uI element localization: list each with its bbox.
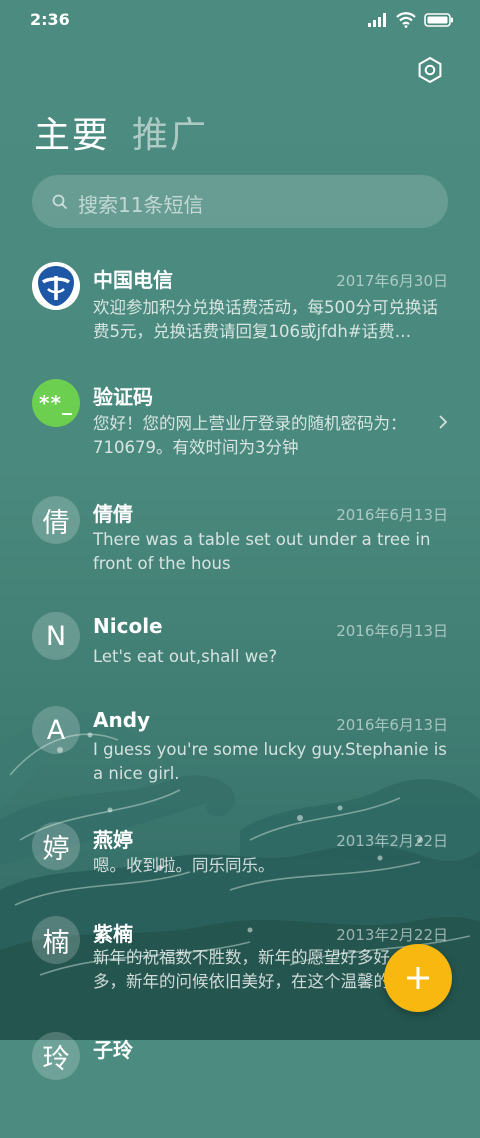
message-date: 2013年2月22日 xyxy=(336,926,448,944)
message-preview: Let's eat out,shall we? xyxy=(93,647,278,666)
list-item[interactable]: A Andy 2016年6月13日 I guess you're some lu… xyxy=(0,702,480,812)
new-message-button[interactable] xyxy=(384,944,452,1012)
search-icon xyxy=(52,194,68,210)
plus-icon xyxy=(407,967,429,989)
status-bar: 2:36 xyxy=(0,0,480,40)
chevron-right-icon xyxy=(439,415,448,429)
search-placeholder: 搜索11条短信 xyxy=(78,193,204,217)
list-item[interactable]: 玲 子玲 xyxy=(0,1028,480,1138)
message-date: 2013年2月22日 xyxy=(336,832,448,850)
wifi-icon xyxy=(396,12,416,28)
message-date: 2016年6月13日 xyxy=(336,716,448,734)
status-icons xyxy=(368,12,454,28)
message-preview: 新年的祝福数不胜数，新年的愿望好多好多，新年的问候依旧美好，在这个温馨的时刻 xyxy=(93,948,390,991)
tab-bar: 主要 推广 xyxy=(34,106,208,158)
list-item[interactable]: 倩 倩倩 2016年6月13日 There was a table set ou… xyxy=(0,492,480,602)
message-preview: 欢迎参加积分兑换话费活动，每500分可兑换话费5元，兑换话费请回复106或jfd… xyxy=(93,298,438,341)
list-item[interactable]: **_ 验证码 您好！您的网上营业厅登录的随机密码为：710679。有效时间为3… xyxy=(0,375,480,485)
contact-name: 紫楠 xyxy=(93,922,133,946)
message-date: 2017年6月30日 xyxy=(336,272,448,290)
battery-icon xyxy=(424,13,453,27)
message-preview: I guess you're some lucky guy.Stephanie … xyxy=(93,740,447,783)
avatar: 倩 xyxy=(32,496,80,544)
signal-icon xyxy=(368,13,386,27)
tab-promotions[interactable]: 推广 xyxy=(132,106,208,158)
contact-name: 燕婷 xyxy=(93,828,133,852)
contact-name: 倩倩 xyxy=(93,502,133,526)
status-time: 2:36 xyxy=(30,10,70,29)
message-preview: 您好！您的网上营业厅登录的随机密码为：710679。有效时间为3分钟 xyxy=(93,414,407,457)
contact-name: 子玲 xyxy=(93,1038,133,1062)
contact-name: 中国电信 xyxy=(93,268,173,292)
china-telecom-logo-icon xyxy=(32,262,80,310)
message-preview: There was a table set out under a tree i… xyxy=(93,530,431,573)
message-date: 2016年6月13日 xyxy=(336,622,448,640)
avatar: A xyxy=(32,706,80,754)
search-input[interactable]: 搜索11条短信 xyxy=(32,175,448,228)
list-item[interactable]: 中国电信 2017年6月30日 欢迎参加积分兑换话费活动，每500分可兑换话费5… xyxy=(0,258,480,368)
tab-primary[interactable]: 主要 xyxy=(34,106,110,158)
avatar: 玲 xyxy=(32,1032,80,1080)
message-date: 2016年6月13日 xyxy=(336,506,448,524)
avatar: 楠 xyxy=(32,916,80,964)
avatar: 婷 xyxy=(32,822,80,870)
contact-name: Nicole xyxy=(93,614,163,638)
avatar: N xyxy=(32,612,80,660)
verification-code-icon: **_ xyxy=(32,379,80,427)
contact-name: Andy xyxy=(93,708,151,732)
settings-gear-icon[interactable] xyxy=(416,56,444,84)
contact-name: 验证码 xyxy=(93,385,153,409)
message-preview: 嗯。收到啦。同乐同乐。 xyxy=(93,856,275,875)
